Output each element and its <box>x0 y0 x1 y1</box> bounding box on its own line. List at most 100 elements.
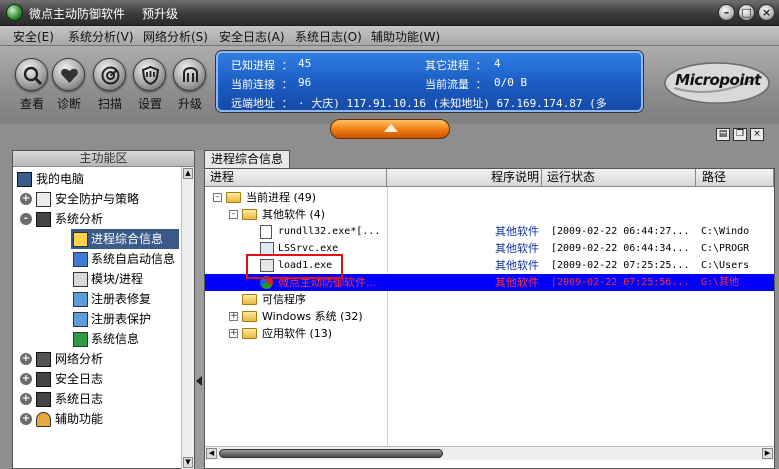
shield-icon <box>141 65 160 86</box>
column-header-process[interactable]: 进程 <box>205 169 387 187</box>
main-function-panel: 主功能区 我的电脑 + 安全防护与策略 - 系统分析 进程综合信息 系统自启动信… <box>12 150 195 469</box>
collapse-left-icon[interactable] <box>196 376 202 386</box>
tree-item-security-log[interactable]: + 安全日志 <box>13 369 181 389</box>
scan-button[interactable]: 扫描 <box>90 54 130 122</box>
collapse-icon[interactable]: - <box>229 210 238 219</box>
tree-item-system-info[interactable]: 系统信息 <box>13 329 181 349</box>
column-header-description[interactable]: 程序说明 <box>387 169 542 187</box>
network-icon <box>36 352 51 367</box>
tab-process-info[interactable]: 进程综合信息 <box>204 150 290 168</box>
file-icon <box>260 225 272 239</box>
menu-aux-functions[interactable]: 辅助功能(W) <box>371 28 440 45</box>
main-function-header: 主功能区 <box>13 151 194 167</box>
policy-icon <box>36 192 51 207</box>
process-table: 进程 程序说明 运行状态 路径 - 当前进程 (49) - 其他软件 (4) r… <box>204 168 775 469</box>
table-row[interactable]: + Windows 系统 (32) <box>205 308 774 325</box>
user-icon <box>36 412 51 427</box>
table-row[interactable]: - 当前进程 (49) <box>205 189 774 206</box>
preview-upgrade-label[interactable]: 预升级 <box>142 5 178 22</box>
expand-icon[interactable]: + <box>20 353 32 365</box>
restore-view-icon[interactable]: ❐ <box>733 128 747 141</box>
upgrade-button[interactable]: 升级 <box>170 54 210 122</box>
other-process-label: 其它进程 ： <box>425 59 487 72</box>
scroll-down-icon[interactable]: ▼ <box>183 457 193 468</box>
left-vertical-scrollbar[interactable]: ▲ ▼ <box>181 167 194 469</box>
expand-icon[interactable]: + <box>20 373 32 385</box>
table-row[interactable]: rundll32.exe*[... 其他软件 [2009-02-22 06:44… <box>205 223 774 240</box>
sub-bar <box>0 124 779 146</box>
panel-splitter[interactable] <box>195 150 204 469</box>
tree-item-module-process[interactable]: 模块/进程 <box>13 269 181 289</box>
computer-icon <box>17 172 32 187</box>
module-icon <box>73 272 88 287</box>
magnifier-icon <box>23 66 43 86</box>
folder-icon <box>242 209 257 220</box>
collapse-icon[interactable]: - <box>20 213 32 225</box>
system-info-icon <box>73 332 88 347</box>
diagnose-button[interactable]: 诊断 <box>49 54 89 122</box>
radar-icon <box>101 66 120 85</box>
tree-item-system-log[interactable]: + 系统日志 <box>13 389 181 409</box>
expand-icon[interactable]: + <box>229 329 238 338</box>
tile-view-icon[interactable]: ▤ <box>716 128 730 141</box>
tree-item-startup-info[interactable]: 系统自启动信息 <box>13 249 181 269</box>
folder-icon <box>242 294 257 305</box>
folder-icon <box>242 328 257 339</box>
settings-button[interactable]: 设置 <box>130 54 170 122</box>
collapse-icon[interactable]: - <box>213 193 222 202</box>
tree-item-security-policy[interactable]: + 安全防护与策略 <box>13 189 181 209</box>
security-log-icon <box>36 372 51 387</box>
remote-address-value: · 大庆) 117.91.10.16 (未知地址) 67.169.174.87 … <box>298 97 607 110</box>
system-log-icon <box>36 392 51 407</box>
tree-item-process-info[interactable]: 进程综合信息 <box>71 229 179 249</box>
window-title: 微点主动防御软件 <box>29 7 126 21</box>
expand-icon[interactable]: + <box>20 413 32 425</box>
registry-protect-icon <box>73 312 88 327</box>
app-icon <box>6 4 23 21</box>
expand-icon[interactable]: + <box>20 193 32 205</box>
table-row[interactable]: + 应用软件 (13) <box>205 325 774 342</box>
scroll-thumb[interactable] <box>219 449 443 458</box>
menu-security-log[interactable]: 安全日志(A) <box>219 28 285 45</box>
close-view-icon[interactable]: × <box>750 128 764 141</box>
current-traffic-label: 当前流量 ： <box>425 78 487 91</box>
maximize-button[interactable]: □ <box>738 4 755 21</box>
column-header-status[interactable]: 运行状态 <box>542 169 696 187</box>
current-connection-label: 当前连接 ： <box>231 78 293 91</box>
folder-icon <box>242 311 257 322</box>
tree-item-aux-functions[interactable]: + 辅助功能 <box>13 409 181 429</box>
tree-item-registry-repair[interactable]: 注册表修复 <box>13 289 181 309</box>
heart-icon <box>61 68 78 83</box>
tree-item-system-analysis[interactable]: - 系统分析 <box>13 209 181 229</box>
known-process-value: 45 <box>298 57 312 70</box>
other-process-value: 4 <box>494 57 501 70</box>
expand-icon[interactable]: + <box>20 393 32 405</box>
close-button[interactable]: × <box>758 4 775 21</box>
menu-network-analysis[interactable]: 网络分析(S) <box>143 28 208 45</box>
expand-icon[interactable]: + <box>229 312 238 321</box>
table-row[interactable]: 可信程序 <box>205 291 774 308</box>
startup-info-icon <box>73 252 88 267</box>
current-traffic-value: 0/0 B <box>494 76 528 89</box>
upgrade-icon <box>183 66 198 82</box>
logo-text: Micropoint <box>675 71 761 89</box>
scroll-right-icon[interactable]: ▶ <box>762 448 773 459</box>
upgrade-button-label: 升级 <box>177 97 202 111</box>
tree-item-network-analysis[interactable]: + 网络分析 <box>13 349 181 369</box>
tree-item-registry-protect[interactable]: 注册表保护 <box>13 309 181 329</box>
scroll-up-icon[interactable]: ▲ <box>183 168 193 179</box>
current-connection-value: 96 <box>298 76 312 89</box>
table-row[interactable]: - 其他软件 (4) <box>205 206 774 223</box>
menu-system-log[interactable]: 系统日志(O) <box>295 28 362 45</box>
horizontal-scrollbar[interactable]: ◀ ▶ <box>205 446 774 460</box>
scroll-left-icon[interactable]: ◀ <box>206 448 217 459</box>
system-analysis-icon <box>36 212 51 227</box>
menu-security[interactable]: 安全(E) <box>13 28 54 45</box>
tree-item-my-computer[interactable]: 我的电脑 <box>13 169 181 189</box>
registry-repair-icon <box>73 292 88 307</box>
folder-icon <box>226 192 241 203</box>
column-header-path[interactable]: 路径 <box>696 169 774 187</box>
known-process-label: 已知进程 ： <box>231 59 293 72</box>
menu-system-analysis[interactable]: 系统分析(V) <box>68 28 134 45</box>
minimize-button[interactable]: – <box>718 4 735 21</box>
